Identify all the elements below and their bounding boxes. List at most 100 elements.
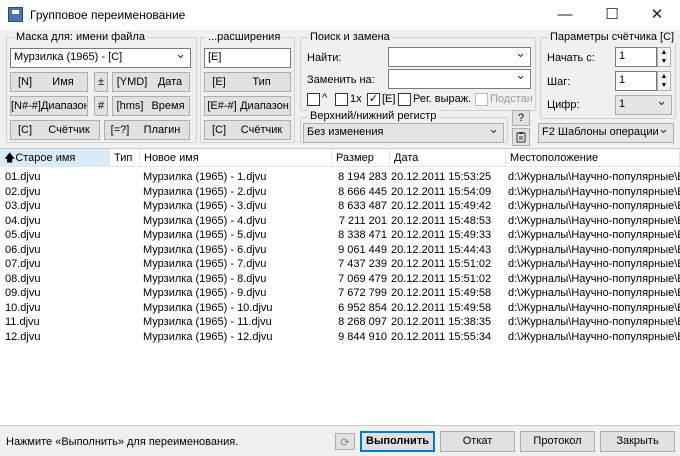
location-cell: d:\Журналы\Научно-популярные\Е [508,185,680,198]
column-size[interactable]: Размер [332,149,390,167]
ext-option-label: [E] [382,93,396,105]
date-button-code: [YMD] [116,76,148,88]
file-list[interactable]: 🡅Старое имя Тип Новое имя Размер Дата Ме… [0,148,680,426]
step-spinner[interactable]: ▲ ▼ [657,71,671,91]
old-name-cell: 06.djvu [5,243,41,256]
old-name-cell: 07.djvu [5,258,41,270]
refresh-icon[interactable]: ⟳ [335,433,355,450]
table-row[interactable]: 12.djvu Мурзилка (1965) - 12.djvu 9 844 91… [0,330,680,345]
table-row[interactable]: 11.djvu Мурзилка (1965) - 11.djvu 8 268 09… [0,315,680,330]
old-name-cell: 10.djvu [5,301,41,314]
once-label: 1x [350,93,362,105]
date-cell: 20.12.2011 15:49:58 [391,287,492,299]
location-cell: d:\Журналы\Научно-популярные\Е [508,171,680,183]
location-cell: d:\Журналы\Научно-популярные\Е [508,229,680,241]
start-input[interactable]: 1 [615,47,657,67]
extension-input[interactable]: [E] [204,48,291,68]
new-name-cell: Мурзилка (1965) - 11.djvu [143,316,272,328]
table-row[interactable]: 09.djvu Мурзилка (1965) - 9.djvu 7 672 799… [0,286,680,301]
close-window-button[interactable]: ✕ [634,0,680,30]
date-cell: 20.12.2011 15:54:09 [391,185,492,198]
date-button[interactable]: [YMD] Дата [112,72,190,92]
minimize-button[interactable]: — [542,0,588,30]
once-checkbox[interactable] [335,93,348,106]
plugin-button-label: Плагин [143,124,181,136]
table-row[interactable]: 10.djvu Мурзилка (1965) - 10.djvu 6 952 85… [0,301,680,316]
start-label: Начать с: [547,52,595,64]
table-row[interactable]: 05.djvu Мурзилка (1965) - 5.djvu 8 338 471… [0,228,680,243]
regex-checkbox[interactable] [398,93,411,106]
column-type[interactable]: Тип [110,149,140,167]
column-new-name[interactable]: Новое имя [140,149,332,167]
column-old-name[interactable]: 🡅Старое имя [0,149,110,167]
table-row[interactable]: 06.djvu Мурзилка (1965) - 6.djvu 9 061 449… [0,243,680,258]
counter-button[interactable]: [C] Счётчик [10,120,100,140]
mask-group-label: Маска для: имени файла [14,31,147,43]
size-cell: 9 061 449 [338,243,387,256]
location-cell: d:\Журналы\Научно-популярные\Е [508,272,680,285]
date-cell: 20.12.2011 15:55:34 [391,330,492,343]
table-row[interactable]: 08.djvu Мурзилка (1965) - 8.djvu 7 069 479… [0,272,680,287]
step-input[interactable]: 1 [615,71,657,91]
table-row[interactable]: 02.djvu Мурзилка (1965) - 2.djvu 8 666 445… [0,185,680,200]
substitute-checkbox[interactable] [475,93,488,106]
column-date[interactable]: Дата [390,149,506,167]
table-row[interactable]: 03.djvu Мурзилка (1965) - 3.djvu 8 633 487… [0,199,680,214]
log-button[interactable]: Протокол [520,431,595,452]
ext-counter-button[interactable]: [C] Счётчик [204,120,291,140]
counter-button-code: [C] [17,124,33,136]
range-button[interactable]: [N#-#] Диапазон [10,96,88,116]
regex-label: Рег. выраж. [413,93,472,105]
name-button-label: Имя [52,76,74,88]
table-row[interactable]: 07.djvu Мурзилка (1965) - 7.djvu 7 437 239… [0,257,680,272]
new-name-cell: Мурзилка (1965) - 1.djvu [143,171,267,183]
type-button-label: Тип [252,76,271,88]
size-cell: 7 069 479 [338,272,387,285]
old-name-cell: 05.djvu [5,229,41,241]
maximize-button[interactable]: ☐ [589,0,635,30]
title-bar: Групповое переименование — ☐ ✕ [0,0,680,30]
column-location[interactable]: Местоположение [506,149,680,167]
clipboard-icon[interactable] [512,128,530,146]
find-input[interactable] [388,47,531,67]
help-button[interactable]: ? [512,110,530,126]
table-row[interactable]: 01.djvu Мурзилка (1965) - 1.djvu 8 194 283… [0,170,680,185]
old-name-cell: 12.djvu [5,330,41,343]
undo-button[interactable]: Откат [440,431,515,452]
close-button[interactable]: Закрыть [600,431,675,452]
old-name-cell: 03.djvu [5,200,41,212]
replace-input[interactable] [388,69,531,89]
plus-minus-button[interactable]: ± [94,72,108,92]
status-text: Нажмите «Выполнить» для переименования. [6,436,239,448]
start-spinner[interactable]: ▲ ▼ [657,47,671,67]
caret-checkbox[interactable] [307,93,320,106]
type-button[interactable]: [E] Тип [204,72,291,92]
clipboard-glyph [516,132,526,143]
case-select[interactable]: Без изменения [303,123,504,143]
search-group-label: Поиск и замена [308,31,392,43]
hash-button[interactable]: # [94,96,108,116]
size-cell: 7 672 799 [338,287,387,299]
old-name-cell: 11.djvu [5,316,40,328]
mask-input[interactable]: Мурзилка (1965) - [C] [10,48,191,68]
ext-checkbox[interactable]: ✓ [367,93,380,106]
run-button[interactable]: Выполнить [360,431,435,452]
date-cell: 20.12.2011 15:48:53 [391,214,492,227]
digits-select[interactable]: 1 [615,95,672,115]
range-button-code: [N#-#] [11,100,41,112]
templates-select[interactable]: F2 Шаблоны операции [538,123,674,143]
name-button[interactable]: [N] Имя [10,72,88,92]
type-button-code: [E] [212,76,226,88]
size-cell: 7 437 239 [338,258,387,270]
date-cell: 20.12.2011 15:51:02 [391,272,492,285]
time-button-label: Время [151,100,185,112]
ext-range-button[interactable]: [E#-#] Диапазон [204,96,291,116]
location-cell: d:\Журналы\Научно-популярные\Е [508,200,680,212]
range-button-label: Диапазон [40,100,88,112]
table-row[interactable]: 04.djvu Мурзилка (1965) - 4.djvu 7 211 201… [0,214,680,229]
new-name-cell: Мурзилка (1965) - 9.djvu [143,287,267,299]
plugin-button[interactable]: [=?] Плагин [104,120,190,140]
time-button[interactable]: [hms] Время [112,96,190,116]
size-cell: 6 952 854 [338,301,387,314]
extension-group-label: ...расширения [206,31,283,43]
